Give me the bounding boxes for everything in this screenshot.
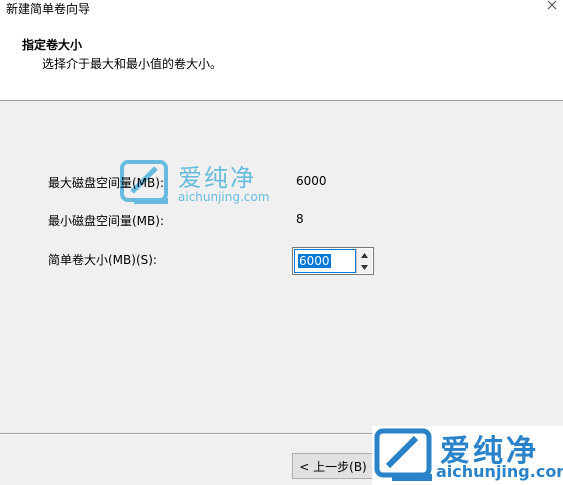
volume-size-label: 简单卷大小(MB)(S): [48, 253, 157, 267]
wizard-header: 指定卷大小 选择介于最大和最小值的卷大小。 [0, 28, 563, 101]
watermark-name: 爱纯净 [178, 164, 256, 192]
site-logo: 爱纯净 aichunjing.com [372, 426, 563, 485]
volume-size-stepper[interactable]: 6000 [292, 247, 374, 275]
max-size-value: 6000 [296, 174, 327, 188]
watermark-domain: aichunjing.com [178, 190, 270, 204]
logo-domain: aichunjing.com [436, 462, 563, 481]
arrow-up-icon [361, 252, 368, 258]
stepper-up-button[interactable] [356, 249, 372, 261]
title-bar: 新建简单卷向导 [0, 0, 563, 28]
max-size-label: 最大磁盘空间量(MB): [48, 176, 164, 190]
page-subheading: 选择介于最大和最小值的卷大小。 [42, 57, 223, 71]
min-size-label: 最小磁盘空间量(MB): [48, 214, 164, 228]
window-title: 新建简单卷向导 [6, 2, 91, 16]
volume-size-value[interactable]: 6000 [298, 254, 331, 268]
min-size-value: 8 [296, 212, 304, 226]
close-icon[interactable] [545, 0, 559, 12]
volume-size-input[interactable]: 6000 [294, 249, 356, 273]
arrow-down-icon [361, 264, 368, 270]
stepper-down-button[interactable] [356, 261, 372, 273]
back-button[interactable]: < 上一步(B) [292, 453, 374, 479]
page-heading: 指定卷大小 [22, 38, 83, 52]
site-logo-icon [374, 428, 432, 481]
